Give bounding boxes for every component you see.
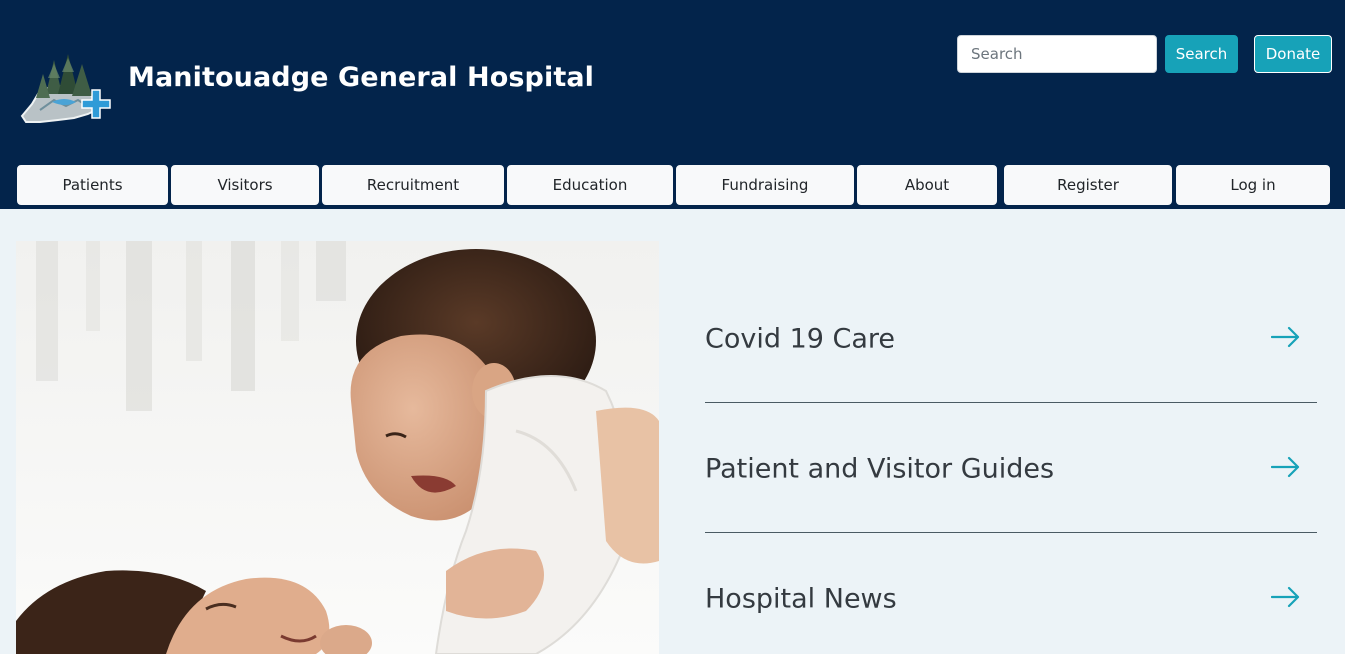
- nav-item-visitors[interactable]: Visitors: [171, 165, 319, 205]
- site-header: Manitouadge General Hospital Search Dona…: [0, 0, 1345, 209]
- link-label: Patient and Visitor Guides: [705, 453, 1055, 485]
- search-input[interactable]: [957, 35, 1157, 73]
- nav-item-education[interactable]: Education: [507, 165, 673, 205]
- link-label: Hospital News: [705, 583, 897, 615]
- nav-item-login[interactable]: Log in: [1176, 165, 1330, 205]
- search-button[interactable]: Search: [1165, 35, 1238, 73]
- nav-item-patients[interactable]: Patients: [17, 165, 168, 205]
- link-label: Covid 19 Care: [705, 323, 896, 355]
- arrow-right-icon: [1271, 456, 1300, 478]
- hospital-logo-icon[interactable]: [18, 50, 114, 128]
- nav-item-about[interactable]: About: [857, 165, 997, 205]
- nav-item-fundraising[interactable]: Fundraising: [676, 165, 854, 205]
- arrow-right-icon: [1271, 326, 1300, 348]
- arrow-right-icon: [1271, 586, 1300, 608]
- link-patient-visitor-guides[interactable]: Patient and Visitor Guides: [705, 391, 1317, 521]
- donate-button[interactable]: Donate: [1254, 35, 1332, 73]
- nav-item-recruitment[interactable]: Recruitment: [322, 165, 504, 205]
- hero-image: [16, 241, 659, 654]
- link-hospital-news[interactable]: Hospital News: [705, 521, 1317, 651]
- link-covid-19-care[interactable]: Covid 19 Care: [705, 261, 1317, 391]
- nav-item-register[interactable]: Register: [1004, 165, 1172, 205]
- site-title[interactable]: Manitouadge General Hospital: [128, 62, 594, 93]
